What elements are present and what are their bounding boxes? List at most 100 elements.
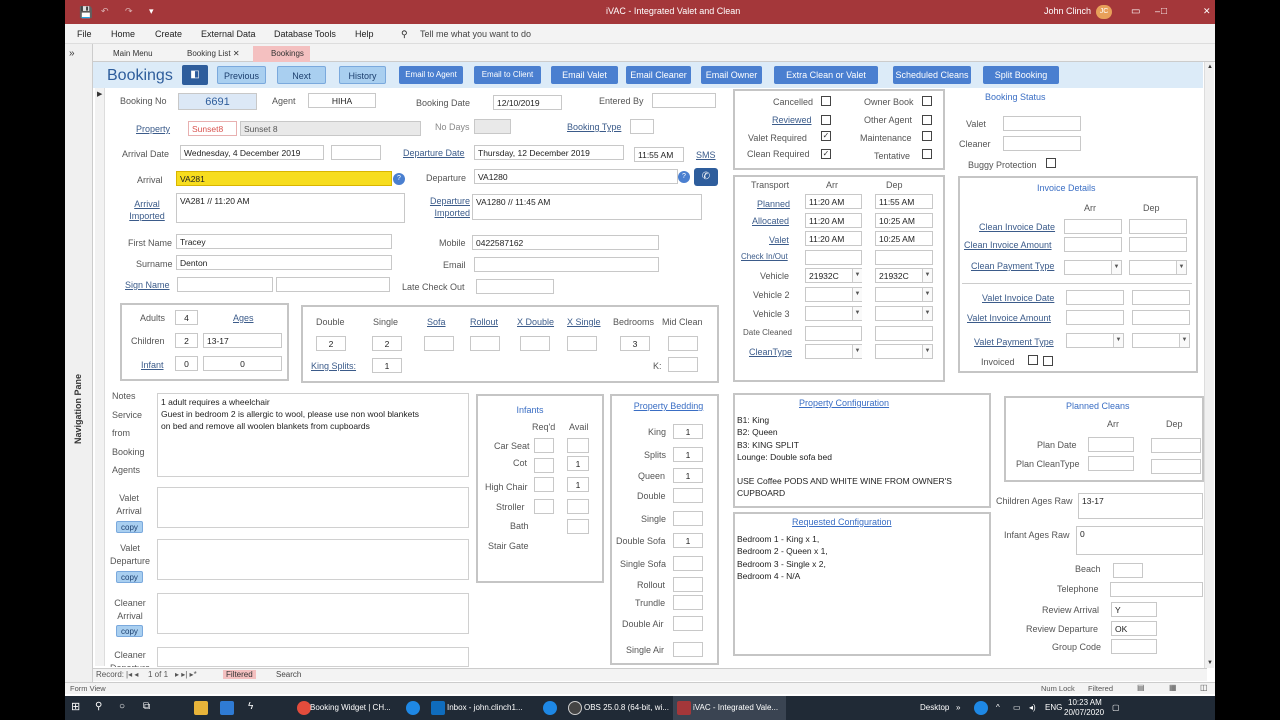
layout-view-icon[interactable]: ◫ [1200, 683, 1208, 692]
chevron-down-icon[interactable]: ▼ [1111, 261, 1121, 274]
chrome-icon[interactable] [297, 701, 311, 715]
clean-invoice-amount-arr[interactable] [1064, 237, 1122, 252]
late-checkout-field[interactable] [476, 279, 554, 294]
valet-arrival-field[interactable] [157, 487, 469, 528]
owner-book-checkbox[interactable] [922, 96, 932, 106]
cot-avail[interactable]: 1 [567, 456, 589, 471]
copy-valet-departure-button[interactable]: copy [116, 571, 143, 583]
menu-file[interactable]: File [77, 29, 92, 39]
x-double-label[interactable]: X Double [517, 317, 554, 327]
save-icon[interactable]: 💾 [79, 6, 93, 19]
arrival-date-field[interactable]: Wednesday, 4 December 2019 [180, 145, 324, 160]
mobile-field[interactable]: 0422587162 [472, 235, 659, 250]
property-code-field[interactable]: Sunset8 [188, 121, 237, 136]
cancelled-checkbox[interactable] [821, 96, 831, 106]
arrival-imported-label[interactable]: Arrival Imported [127, 198, 167, 222]
email-valet-button[interactable]: Email Valet [551, 66, 618, 84]
avatar[interactable]: JC [1096, 5, 1112, 19]
notes-field[interactable]: 1 adult requires a wheelchair Guest in be… [157, 393, 469, 477]
car-seat-reqd[interactable] [534, 438, 554, 453]
single-air-field[interactable] [673, 642, 703, 657]
chevron-down-icon[interactable]: ▼ [1113, 334, 1123, 347]
undo-icon[interactable]: ↶ [101, 6, 109, 17]
arrival-lookup-icon[interactable]: ? [393, 173, 405, 185]
plan-date-dep[interactable] [1151, 438, 1201, 453]
double-field[interactable]: 2 [316, 336, 346, 351]
chevron-down-icon[interactable]: ▼ [922, 269, 932, 282]
mail-icon[interactable] [220, 701, 234, 715]
valet-invoice-date-label[interactable]: Valet Invoice Date [982, 293, 1054, 303]
chevron-down-icon[interactable]: ▼ [852, 345, 862, 358]
chevron-down-icon[interactable]: ▼ [852, 288, 862, 301]
copy-valet-arrival-button[interactable]: copy [116, 521, 143, 533]
children-ages-raw-field[interactable]: 13-17 [1078, 493, 1203, 519]
departure-imported-label[interactable]: Departure Imported [428, 195, 470, 219]
task-view-icon[interactable]: ⧉ [143, 701, 150, 712]
next-button[interactable]: Next [277, 66, 326, 84]
x-double-field[interactable] [520, 336, 550, 351]
clean-invoice-date-arr[interactable] [1064, 219, 1122, 234]
valet-dep-field[interactable]: 10:25 AM [875, 231, 933, 246]
infant-ages-raw-field[interactable]: 0 [1076, 526, 1203, 555]
children-field[interactable]: 2 [175, 333, 198, 348]
cleaner-arrival-field[interactable] [157, 593, 469, 634]
notifications-icon[interactable]: ▢ [1112, 703, 1120, 712]
plan-clean-type-arr[interactable] [1088, 456, 1134, 471]
departure-flight-field[interactable]: VA1280 [474, 169, 678, 184]
departure-time-field[interactable]: 11:55 AM [634, 147, 684, 162]
bedding-single-field[interactable] [673, 511, 703, 526]
group-code-field[interactable] [1111, 639, 1157, 654]
sign-name-field-2[interactable] [276, 277, 390, 292]
volume-icon[interactable]: ◂) [1029, 703, 1036, 712]
tentative-checkbox[interactable] [922, 149, 932, 159]
infant-field[interactable]: 0 [175, 356, 198, 371]
valet-invoice-date-arr[interactable] [1066, 290, 1124, 305]
trundle-field[interactable] [673, 595, 703, 610]
allocated-arr-field[interactable]: 11:20 AM [805, 213, 862, 228]
arrival-time-field[interactable] [331, 145, 381, 160]
record-position[interactable]: 1 of 1 [148, 670, 168, 679]
chevron-down-icon[interactable]: ▼ [852, 269, 862, 282]
booking-type-label[interactable]: Booking Type [567, 122, 621, 132]
copy-cleaner-arrival-button[interactable]: copy [116, 625, 143, 637]
close-tab-icon[interactable]: ✕ [233, 49, 240, 58]
ribbon-display-icon[interactable]: ▭ [1131, 6, 1140, 17]
valet-invoice-amount-arr[interactable] [1066, 310, 1124, 325]
minimize-button[interactable]: – [1155, 6, 1160, 16]
bedrooms-field[interactable]: 3 [620, 336, 650, 351]
scheduled-cleans-button[interactable]: Scheduled Cleans [893, 66, 971, 84]
obs-icon[interactable] [568, 701, 582, 715]
valet-arr-field[interactable]: 11:20 AM [805, 231, 862, 246]
previous-button[interactable]: Previous [217, 66, 266, 84]
arrival-flight-field[interactable]: VA281 [176, 171, 392, 186]
redo-icon[interactable]: ↷ [125, 6, 133, 17]
tab-main-menu[interactable]: Main Menu [95, 46, 159, 62]
clean-required-checkbox[interactable]: ✓ [821, 149, 831, 159]
access-icon[interactable] [677, 701, 691, 715]
menu-create[interactable]: Create [155, 29, 182, 39]
king-field[interactable]: 1 [673, 424, 703, 439]
double-air-field[interactable] [673, 616, 703, 631]
menu-icon[interactable]: ◧ [182, 65, 208, 85]
clean-invoice-date-dep[interactable] [1129, 219, 1187, 234]
record-selector[interactable]: ▶ [95, 88, 105, 666]
telephone-field[interactable] [1110, 582, 1203, 597]
clean-invoice-date-label[interactable]: Clean Invoice Date [979, 222, 1055, 232]
planned-label[interactable]: Planned [757, 199, 790, 209]
email-client-button[interactable]: Email to Client [474, 66, 541, 84]
email-cleaner-button[interactable]: Email Cleaner [626, 66, 691, 84]
history-button[interactable]: History [339, 66, 386, 84]
navigation-pane[interactable]: » Navigation Pane [65, 44, 93, 682]
allocated-dep-field[interactable]: 10:25 AM [875, 213, 933, 228]
date-cleaned-arr-field[interactable] [805, 326, 862, 341]
form-view-icon[interactable]: ▤ [1137, 683, 1145, 692]
departure-lookup-icon[interactable]: ? [678, 171, 690, 183]
split-booking-button[interactable]: Split Booking [983, 66, 1059, 84]
valet-invoice-amount-label[interactable]: Valet Invoice Amount [967, 313, 1051, 323]
property-bedding-title[interactable]: Property Bedding [610, 401, 727, 411]
allocated-label[interactable]: Allocated [752, 216, 789, 226]
email-field[interactable] [474, 257, 659, 272]
sms-link[interactable]: SMS [696, 150, 716, 160]
single-field[interactable]: 2 [372, 336, 402, 351]
vertical-scrollbar[interactable]: ▲ ▼ [1204, 62, 1214, 668]
